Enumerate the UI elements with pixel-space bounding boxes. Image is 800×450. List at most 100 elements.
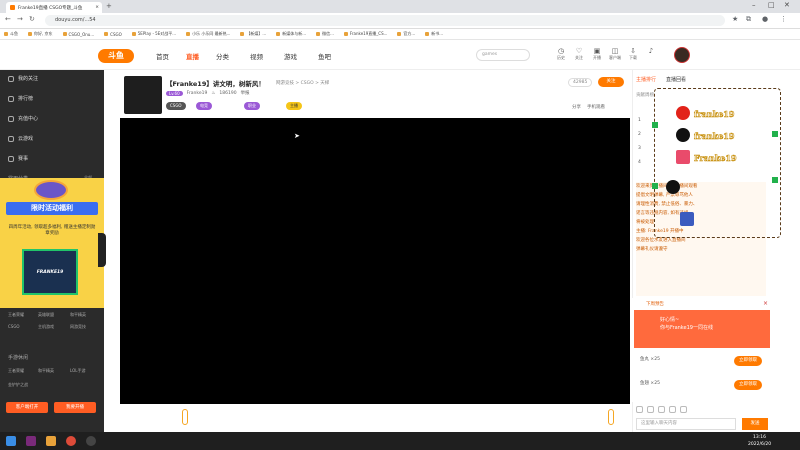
start-live-button[interactable]: ▣ 开播	[590, 47, 604, 61]
start-menu-icon[interactable]	[6, 436, 16, 446]
go-live-button[interactable]: 我要开播	[54, 402, 96, 413]
download-button[interactable]: ⇩ 下载	[626, 47, 640, 61]
fan-badge-icon[interactable]	[647, 406, 654, 413]
tab-close-icon[interactable]: ×	[95, 5, 99, 10]
extensions-icon[interactable]: ⧉	[746, 15, 751, 24]
bookmark-item[interactable]: 【新媒】...	[240, 31, 266, 37]
bookmark-item[interactable]: 新书...	[425, 31, 443, 37]
bell-icon: ♪	[648, 47, 654, 55]
left-slider-handle[interactable]	[182, 409, 188, 425]
right-slider-handle[interactable]	[608, 409, 614, 425]
chrome-icon[interactable]	[66, 436, 76, 446]
nav-category[interactable]: 分类	[216, 51, 229, 61]
emoji-icon[interactable]	[636, 406, 643, 413]
room-category[interactable]: 网游竞技 > CSGO > 天梯	[276, 80, 329, 86]
client-button[interactable]: ◫ 客户端	[608, 47, 622, 61]
sidebar-grid-item[interactable]: 和平精英	[70, 312, 86, 318]
bookmark-item[interactable]: CSGO_Onu...	[62, 32, 94, 37]
sidebar-grid-item[interactable]: 王者荣耀	[8, 368, 24, 374]
follow-list-button[interactable]: ♡ 关注	[572, 47, 586, 61]
video-player[interactable]	[120, 118, 630, 404]
sidebar-grid-item[interactable]: 英雄联盟	[38, 312, 54, 318]
trophy-icon	[8, 155, 14, 162]
nav-video[interactable]: 视频	[250, 51, 263, 61]
bookmark-item[interactable]: CSGO	[104, 32, 122, 37]
bookmark-item[interactable]: 官方...	[397, 31, 415, 37]
bookmark-star-icon[interactable]: ★	[732, 15, 738, 23]
forward-icon[interactable]: →	[17, 15, 23, 23]
sidebar-grid-item[interactable]: 王者荣耀	[8, 312, 24, 318]
close-window-icon[interactable]: ✕	[784, 1, 790, 9]
room-tag[interactable]: 主播	[286, 102, 302, 110]
tab-anchor-rank[interactable]: 主播排行	[636, 76, 656, 83]
mobile-watch-button[interactable]: 手机观看	[587, 104, 605, 110]
folder-icon[interactable]	[46, 436, 56, 446]
bookmark-favicon-icon	[104, 32, 109, 36]
reload-icon[interactable]: ↻	[29, 15, 35, 23]
gift-claim-button[interactable]: 立即领取	[734, 380, 762, 390]
system-clock[interactable]: 13:16 2022/6/20	[748, 434, 771, 448]
gift-icon[interactable]	[658, 406, 665, 413]
chat-input[interactable]: 这里输入聊天内容	[636, 418, 736, 430]
gift-claim-button[interactable]: 立即领取	[734, 356, 762, 366]
site-search-input[interactable]: games	[476, 49, 530, 61]
tab-replay[interactable]: 直播回看	[666, 76, 686, 83]
room-tag[interactable]: CSGO	[166, 102, 186, 110]
sidebar-grid-item[interactable]: LOL手游	[70, 368, 85, 374]
bookmark-item[interactable]: 斗鱼	[4, 31, 18, 37]
report-link[interactable]: 举报	[241, 90, 250, 96]
settings-icon[interactable]	[669, 406, 676, 413]
sidebar-grid-item[interactable]: 网游竞技	[70, 324, 86, 330]
promo-banner[interactable]: 限时活动福利	[6, 202, 98, 215]
sidebar-item-recharge[interactable]: 充值中心	[8, 115, 38, 122]
sidebar-grid-item[interactable]: 金铲铲之战	[8, 382, 28, 388]
bookmark-item[interactable]: 小乐 小乐同 最新热...	[186, 31, 230, 37]
send-button[interactable]: 发送	[742, 418, 768, 430]
maximize-icon[interactable]: □	[768, 1, 775, 9]
bookmark-label: Franke19直播_CS...	[349, 31, 388, 36]
sidebar-grid-item[interactable]: 主机游戏	[38, 324, 54, 330]
nav-live[interactable]: 直播	[186, 51, 199, 61]
bookmark-item[interactable]: 新媒体与新...	[276, 31, 306, 37]
profile-icon[interactable]: ●	[762, 15, 768, 23]
anchor-avatar[interactable]	[124, 76, 162, 114]
new-tab-button[interactable]: +	[106, 2, 112, 10]
anchor-name[interactable]: Franke19	[187, 91, 208, 96]
gift-close-icon[interactable]: ×	[763, 300, 768, 307]
bookmark-label: 5EPlay - 5E对战平...	[137, 31, 177, 36]
sidebar-item-events[interactable]: 赛事	[8, 155, 28, 162]
bookmark-item[interactable]: 5EPlay - 5E对战平...	[131, 31, 177, 37]
rank-subtitle: 贡献周榜	[636, 93, 654, 98]
bookmark-item[interactable]: 微信...	[316, 31, 334, 37]
menu-icon[interactable]: ⋮	[780, 15, 787, 23]
history-button[interactable]: ◷ 历史	[554, 47, 568, 61]
sidebar-grid-item[interactable]: 和平精英	[38, 368, 54, 374]
client-open-button[interactable]: 客户端打开	[6, 402, 48, 413]
promo-card[interactable]: FRANKE19	[22, 249, 78, 295]
share-button[interactable]: 分享	[572, 104, 581, 110]
browser-tab[interactable]: Franke19直播 CSGO专题_斗鱼 ×	[6, 2, 102, 13]
bookmark-item[interactable]: 你好, 京东	[28, 31, 53, 37]
room-tag[interactable]: 职业	[244, 102, 260, 110]
nav-home[interactable]: 首页	[156, 51, 169, 61]
sidebar-collapse-handle[interactable]	[98, 233, 106, 267]
url-input[interactable]: douyu.com/...54	[45, 15, 725, 26]
app-icon[interactable]	[26, 436, 36, 446]
follow-button[interactable]: 关注	[598, 77, 624, 87]
chat-message: 弹幕礼仪请遵守	[636, 247, 668, 252]
app-icon[interactable]	[86, 436, 96, 446]
message-button[interactable]: ♪	[644, 47, 658, 55]
sidebar-item-follow[interactable]: 我的关注	[8, 75, 38, 82]
site-logo[interactable]: 斗鱼	[98, 49, 134, 63]
back-icon[interactable]: ←	[5, 15, 11, 23]
nav-games[interactable]: 游戏	[284, 51, 297, 61]
sidebar-grid-item[interactable]: CSGO	[8, 324, 20, 329]
bookmark-item[interactable]: Franke19直播_CS...	[343, 31, 388, 37]
lock-icon[interactable]	[680, 406, 687, 413]
sidebar-item-ranking[interactable]: 排行榜	[8, 95, 33, 102]
minimize-icon[interactable]: –	[752, 1, 756, 9]
nav-fishbar[interactable]: 鱼吧	[318, 51, 331, 61]
user-avatar[interactable]	[674, 47, 690, 63]
room-tag[interactable]: 电竞	[196, 102, 212, 110]
sidebar-item-cloudgame[interactable]: 云游戏	[8, 135, 33, 142]
